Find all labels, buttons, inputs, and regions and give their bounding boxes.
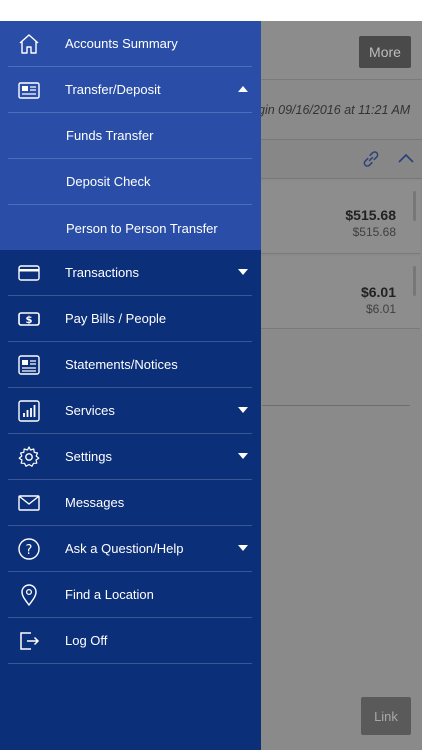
menu-item-transactions[interactable]: Transactions	[8, 250, 252, 296]
menu-item-statements[interactable]: Statements/Notices	[8, 342, 252, 388]
home-icon	[17, 32, 41, 56]
menu-item-label: Log Off	[65, 633, 108, 648]
divider	[262, 405, 410, 406]
row-handle	[413, 266, 416, 296]
chart-icon	[17, 399, 41, 423]
menu-item-transfer-deposit[interactable]: Transfer/Deposit	[8, 67, 252, 113]
menu-item-label: Accounts Summary	[65, 36, 178, 51]
submenu-item-label: Deposit Check	[66, 174, 151, 189]
dollar-bill-icon: $	[17, 307, 41, 331]
menu-item-label: Settings	[65, 449, 112, 464]
link-icon[interactable]	[360, 148, 382, 170]
account-amount: $515.68	[345, 207, 396, 223]
account-amount: $6.01	[360, 284, 396, 300]
row-handle	[413, 191, 416, 221]
menu-item-log-off[interactable]: Log Off	[8, 618, 252, 664]
menu-item-label: Services	[65, 403, 115, 418]
link-button[interactable]: Link	[361, 697, 411, 735]
location-pin-icon	[17, 583, 41, 607]
submenu-item-label: Funds Transfer	[66, 128, 154, 143]
submenu-item-label: Person to Person Transfer	[66, 220, 218, 236]
envelope-icon	[17, 491, 41, 515]
menu-item-messages[interactable]: Messages	[8, 480, 252, 526]
menu-item-label: Messages	[65, 495, 125, 510]
menu-item-find-location[interactable]: Find a Location	[8, 572, 252, 618]
account-sub-amount: $515.68	[352, 225, 396, 239]
statement-icon	[17, 353, 41, 377]
svg-text:$: $	[26, 315, 33, 326]
newspaper-icon	[17, 78, 41, 102]
chevron-down-icon	[238, 269, 248, 275]
status-bar	[0, 0, 422, 21]
menu-item-label: Pay Bills / People	[65, 311, 167, 326]
chevron-up-icon[interactable]	[398, 152, 414, 164]
menu-item-label: Transactions	[65, 265, 139, 280]
gear-icon	[17, 445, 41, 469]
menu-item-services[interactable]: Services	[8, 388, 252, 434]
question-icon: ?	[17, 537, 41, 561]
chevron-down-icon	[238, 545, 248, 551]
credit-card-icon	[17, 261, 41, 285]
more-button[interactable]: More	[359, 36, 411, 68]
menu-item-label: Statements/Notices	[65, 357, 178, 372]
menu-item-label: Transfer/Deposit	[65, 82, 161, 97]
menu-item-ask-question[interactable]: ? Ask a Question/Help	[8, 526, 252, 572]
menu-item-pay-bills[interactable]: $ Pay Bills / People	[8, 296, 252, 342]
submenu-item-funds-transfer[interactable]: Funds Transfer	[8, 113, 252, 159]
submenu-item-person-to-person[interactable]: Person to Person Transfer	[8, 205, 252, 251]
chevron-down-icon	[238, 453, 248, 459]
menu-item-label: Find a Location	[65, 587, 154, 602]
menu-item-accounts-summary[interactable]: Accounts Summary	[8, 21, 252, 67]
chevron-down-icon	[238, 407, 248, 413]
logout-icon	[17, 629, 41, 653]
navigation-drawer: Accounts Summary Transfer/Deposit Funds …	[0, 21, 261, 750]
account-sub-amount: $6.01	[365, 302, 396, 316]
submenu-item-deposit-check[interactable]: Deposit Check	[8, 159, 252, 205]
last-login-text: gin 09/16/2016 at 11:21 AM	[258, 103, 411, 117]
svg-text:?: ?	[26, 543, 33, 558]
menu-item-label: Ask a Question/Help	[65, 541, 184, 556]
menu-item-settings[interactable]: Settings	[8, 434, 252, 480]
chevron-up-icon	[238, 86, 248, 92]
